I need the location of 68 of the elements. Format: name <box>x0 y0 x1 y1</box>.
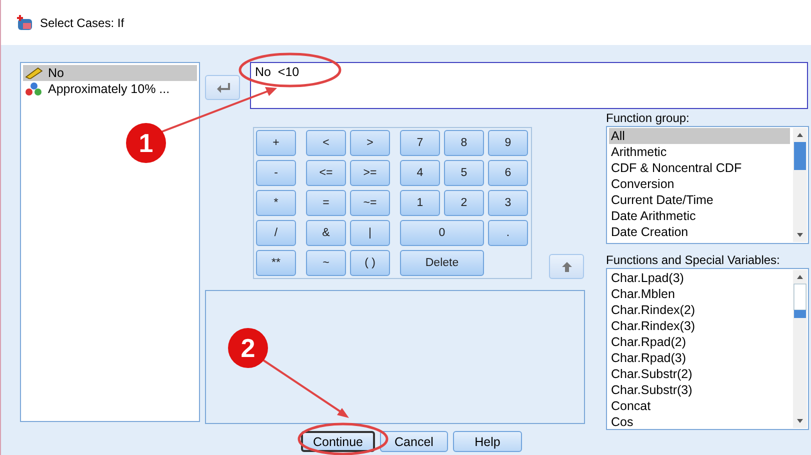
ruler-icon <box>25 67 43 79</box>
list-item[interactable]: CDF & Noncentral CDF <box>609 160 790 176</box>
up-arrow-icon <box>560 260 572 272</box>
operator-key[interactable]: - <box>256 160 296 186</box>
operator-key[interactable]: = <box>306 190 346 216</box>
list-item[interactable]: Cos <box>609 414 790 429</box>
function-group-label: Function group: <box>606 111 690 126</box>
callout-badge <box>126 123 166 163</box>
keypad-key[interactable]: . <box>488 220 528 246</box>
scrollbar[interactable] <box>793 270 807 428</box>
variable-item[interactable]: No <box>23 65 197 81</box>
callout-badge <box>228 328 268 368</box>
list-item[interactable]: Current Date/Time <box>609 192 790 208</box>
list-item[interactable]: Concat <box>609 398 790 414</box>
function-group-list[interactable]: All Arithmetic CDF & Noncentral CDF Conversion Current Date/Time Date Arithmetic Date Creation <box>606 126 809 244</box>
circles-icon <box>25 82 43 96</box>
operator-key[interactable]: ** <box>256 250 296 276</box>
list-item[interactable]: Char.Rpad(2) <box>609 334 790 350</box>
scrollbar[interactable] <box>793 128 807 242</box>
operator-key[interactable]: ~ <box>306 250 346 276</box>
keypad-key[interactable]: 1 <box>400 190 440 216</box>
keypad-key[interactable]: 4 <box>400 160 440 186</box>
keypad-key[interactable]: 0 <box>400 220 484 246</box>
callout-number: 1 <box>138 128 154 158</box>
callout-number: 2 <box>240 333 256 363</box>
keypad-key[interactable]: 3 <box>488 190 528 216</box>
list-item[interactable]: Date Creation <box>609 224 790 240</box>
functions-label: Functions and Special Variables: <box>606 253 781 268</box>
operator-key[interactable]: & <box>306 220 346 246</box>
expression-field[interactable]: No <10 <box>250 62 808 109</box>
dialog-button[interactable]: Help <box>453 431 522 452</box>
list-item[interactable]: Char.Mblen <box>609 286 790 302</box>
list-item[interactable]: All <box>609 128 790 144</box>
return-arrow-icon <box>216 82 230 94</box>
operator-key[interactable]: ( ) <box>350 250 390 276</box>
insert-button[interactable] <box>205 75 240 100</box>
operator-key[interactable]: <= <box>306 160 346 186</box>
operator-key[interactable]: + <box>256 130 296 156</box>
app-icon <box>16 14 34 32</box>
keypad-key[interactable]: 9 <box>488 130 528 156</box>
dialog-button[interactable]: Continue <box>301 431 375 452</box>
operator-key[interactable]: ~= <box>350 190 390 216</box>
operator-key[interactable]: >= <box>350 160 390 186</box>
list-item[interactable]: Char.Lpad(3) <box>609 270 790 286</box>
move-up-button[interactable] <box>549 254 584 279</box>
variable-item[interactable]: Approximately 10% ... <box>23 81 197 97</box>
list-item[interactable]: Date Arithmetic <box>609 208 790 224</box>
list-item[interactable]: Char.Rindex(2) <box>609 302 790 318</box>
list-item[interactable]: Char.Substr(3) <box>609 382 790 398</box>
list-item[interactable]: Conversion <box>609 176 790 192</box>
operator-key[interactable]: / <box>256 220 296 246</box>
keypad-key[interactable]: 7 <box>400 130 440 156</box>
list-item[interactable]: Char.Rindex(3) <box>609 318 790 334</box>
list-item[interactable]: Char.Substr(2) <box>609 366 790 382</box>
keypad-key[interactable]: 8 <box>444 130 484 156</box>
functions-list[interactable]: Char.Lpad(3) Char.Mblen Char.Rindex(2) Char.Rindex(3) Char.Rpad(2) Char.Rpad(3) Char.Substr(2) Char.Substr(3) Concat Cos <box>606 268 809 430</box>
operator-key[interactable]: * <box>256 190 296 216</box>
operator-key[interactable]: < <box>306 130 346 156</box>
keypad-key[interactable]: 5 <box>444 160 484 186</box>
keypad-key[interactable]: 6 <box>488 160 528 186</box>
keypad-key[interactable]: Delete <box>400 250 484 276</box>
window-title: Select Cases: If <box>40 15 124 32</box>
list-item[interactable]: Arithmetic <box>609 144 790 160</box>
operator-key[interactable]: | <box>350 220 390 246</box>
keypad-key[interactable]: 2 <box>444 190 484 216</box>
dialog-button[interactable]: Cancel <box>380 431 448 452</box>
list-item[interactable]: Char.Rpad(3) <box>609 350 790 366</box>
operator-key[interactable]: > <box>350 130 390 156</box>
